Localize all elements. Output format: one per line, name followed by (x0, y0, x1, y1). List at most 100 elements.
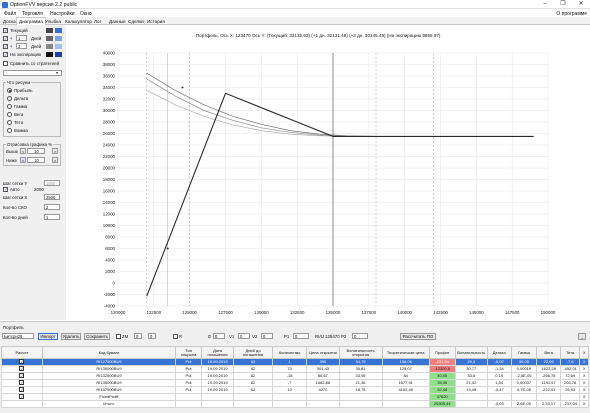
step-x-input[interactable]: 2500 (44, 194, 60, 200)
portfolio-select[interactable]: Ьитсри29 (2, 333, 34, 339)
remove-row-button[interactable]: X (579, 365, 589, 373)
v2-input[interactable]: 0 (261, 333, 273, 339)
p2-input[interactable]: 0 (352, 333, 368, 339)
radio-theta[interactable] (7, 120, 12, 125)
zm-checkbox[interactable] (116, 334, 121, 339)
menu-about[interactable]: О программе (556, 11, 587, 17)
maximize-button[interactable]: ❐ (554, 0, 572, 9)
menu-trading[interactable]: Торговля (22, 11, 43, 17)
plus-color-swatch-2[interactable] (55, 36, 62, 41)
plus3-days-input[interactable]: 3 (16, 43, 27, 49)
tab-smile[interactable]: Улыбка (43, 18, 63, 25)
col-header-gamma[interactable]: Гамма (510, 346, 538, 359)
col-header-type[interactable]: Тип опциона (175, 346, 202, 359)
below-input[interactable]: 10 (27, 157, 45, 163)
radio-vega[interactable] (7, 112, 12, 117)
col-header-vega[interactable]: Вега (536, 346, 561, 359)
remove-row-button[interactable]: X (579, 400, 589, 408)
v1-input[interactable]: 0 (238, 333, 250, 339)
table-row[interactable]: ✓ RI137500BU9 Put 19.09.2019 62 10 4070 18,78 41… (1, 386, 589, 394)
table-row[interactable]: Итого: 25305,44 -0,03 2,6E-05 2,33,17 -217,04… (1, 400, 589, 408)
zm-input-2[interactable]: 0 (148, 333, 156, 339)
current-color-swatch-2[interactable] (55, 28, 62, 33)
radio-gamma[interactable] (7, 104, 12, 109)
table-row[interactable]: ✓ RI127500BU9 Put 19.09.2019 62 1 390 34,79 158,… (1, 358, 589, 366)
close-button[interactable]: ✕ (572, 0, 590, 9)
delete-button[interactable]: Удалить (61, 333, 81, 340)
menu-file[interactable]: Файл (4, 11, 16, 17)
radio-vomma[interactable] (7, 128, 12, 133)
calc-cell[interactable]: ✓ (1, 358, 43, 366)
col-header-calc[interactable]: Расчет (1, 346, 43, 359)
tab-deals[interactable]: Сделки (126, 18, 146, 25)
radio-delta[interactable] (7, 96, 12, 101)
below-increase-button[interactable]: > (52, 157, 58, 163)
r-checkbox[interactable] (173, 334, 178, 339)
calc-checkbox[interactable]: ✓ (19, 380, 25, 386)
col-header-theo-price[interactable]: Теоретическая цена (381, 346, 430, 359)
tab-data[interactable]: Данные (107, 18, 128, 25)
remove-row-button[interactable]: X (579, 386, 589, 394)
calc-checkbox[interactable]: ✓ (19, 366, 25, 372)
import-button[interactable]: Импорт (38, 333, 58, 340)
tab-calculator[interactable]: Калькулятор (63, 18, 94, 25)
remove-row-button[interactable]: X (579, 358, 589, 366)
save-button[interactable]: Сохранить (84, 333, 110, 340)
current-color-swatch[interactable] (46, 28, 53, 33)
tab-log[interactable]: Лог (92, 18, 103, 25)
tab-diagram[interactable]: Диаграмма (16, 17, 46, 25)
above-decrease-button[interactable]: < (20, 148, 26, 154)
col-header-delta[interactable]: Дельта (486, 346, 512, 359)
below-decrease-button[interactable]: < (20, 157, 26, 163)
remove-row-button[interactable]: X (579, 393, 589, 401)
expiry-color-swatch[interactable] (46, 52, 53, 57)
plus3-color-swatch-2[interactable] (55, 44, 62, 49)
radio-profit[interactable] (7, 88, 12, 93)
strategy-select[interactable] (3, 70, 62, 76)
col-header-qty[interactable]: Количество (271, 346, 308, 359)
minimize-button[interactable]: – (536, 0, 554, 9)
compare-checkbox[interactable] (3, 61, 8, 66)
table-row[interactable]: ✓ RI130000BU9 Put 19.09.2019 62 70 301,43 35,81… (1, 365, 589, 373)
expiry-color-swatch-2[interactable] (55, 52, 62, 57)
tab-history[interactable]: История (145, 18, 167, 25)
calculate-po-button[interactable]: Рассчитать ПО (400, 333, 436, 340)
days-count-input[interactable]: 1 (44, 214, 60, 220)
calc-checkbox[interactable]: ✓ (19, 359, 25, 365)
plus-color-swatch[interactable] (46, 36, 53, 41)
calc-cell[interactable]: ✓ (1, 379, 43, 387)
calc-cell[interactable]: ✓ (1, 372, 43, 380)
calc-cell[interactable]: ✓ (1, 365, 43, 373)
step-y-input[interactable]: 1000 (44, 180, 60, 186)
plus3-days-checkbox[interactable]: ✓ (3, 44, 8, 49)
above-input[interactable]: 10 (27, 148, 45, 154)
calc-cell[interactable]: ✓ (1, 393, 43, 401)
table-row[interactable]: ✓ RI135000BU9 Put 19.09.2019 62 -7 1682,86 21,3… (1, 379, 589, 387)
calc-cell[interactable] (1, 400, 43, 408)
auto-checkbox[interactable]: ✓ (3, 187, 8, 192)
col-header-theta[interactable]: Тета (559, 346, 581, 359)
col-header-open-price[interactable]: Цена открытия (306, 346, 340, 359)
d-input[interactable]: 0 (213, 333, 225, 339)
plus3-color-swatch[interactable] (46, 44, 53, 49)
menu-settings[interactable]: Настройки (50, 11, 75, 17)
calc-cell[interactable]: ✓ (1, 386, 43, 394)
zm-input-1[interactable]: 0 (134, 333, 142, 339)
current-checkbox[interactable]: ✓ (3, 28, 8, 33)
collapse-button[interactable]: _ (578, 333, 586, 340)
col-header-open-vol[interactable]: Волатильность открытия (338, 346, 383, 359)
menu-window[interactable]: Окно (80, 11, 92, 17)
plus-days-input[interactable]: 1 (16, 35, 27, 41)
col-header-days[interactable]: Дней до погашения (233, 346, 273, 359)
p1-input[interactable]: 0 (293, 333, 309, 339)
table-row[interactable]: ✓ FixedProfit 37620 X (1, 393, 589, 401)
calc-checkbox[interactable]: ✓ (19, 373, 25, 379)
col-header-vol[interactable]: Волатильность (454, 346, 488, 359)
plus-days-checkbox[interactable]: ✓ (3, 36, 8, 41)
col-header-code[interactable]: Код бумаги (41, 346, 177, 359)
expiry-checkbox[interactable]: ✓ (3, 52, 8, 57)
table-row[interactable]: ✓ RI132500BU9 Put 19.09.2019 62 -15 86,67 33,95… (1, 372, 589, 380)
col-header-expiry[interactable]: Дата погашения (200, 346, 235, 359)
col-header-profit[interactable]: Профит (428, 346, 456, 359)
col-header-x[interactable]: X (579, 346, 589, 359)
